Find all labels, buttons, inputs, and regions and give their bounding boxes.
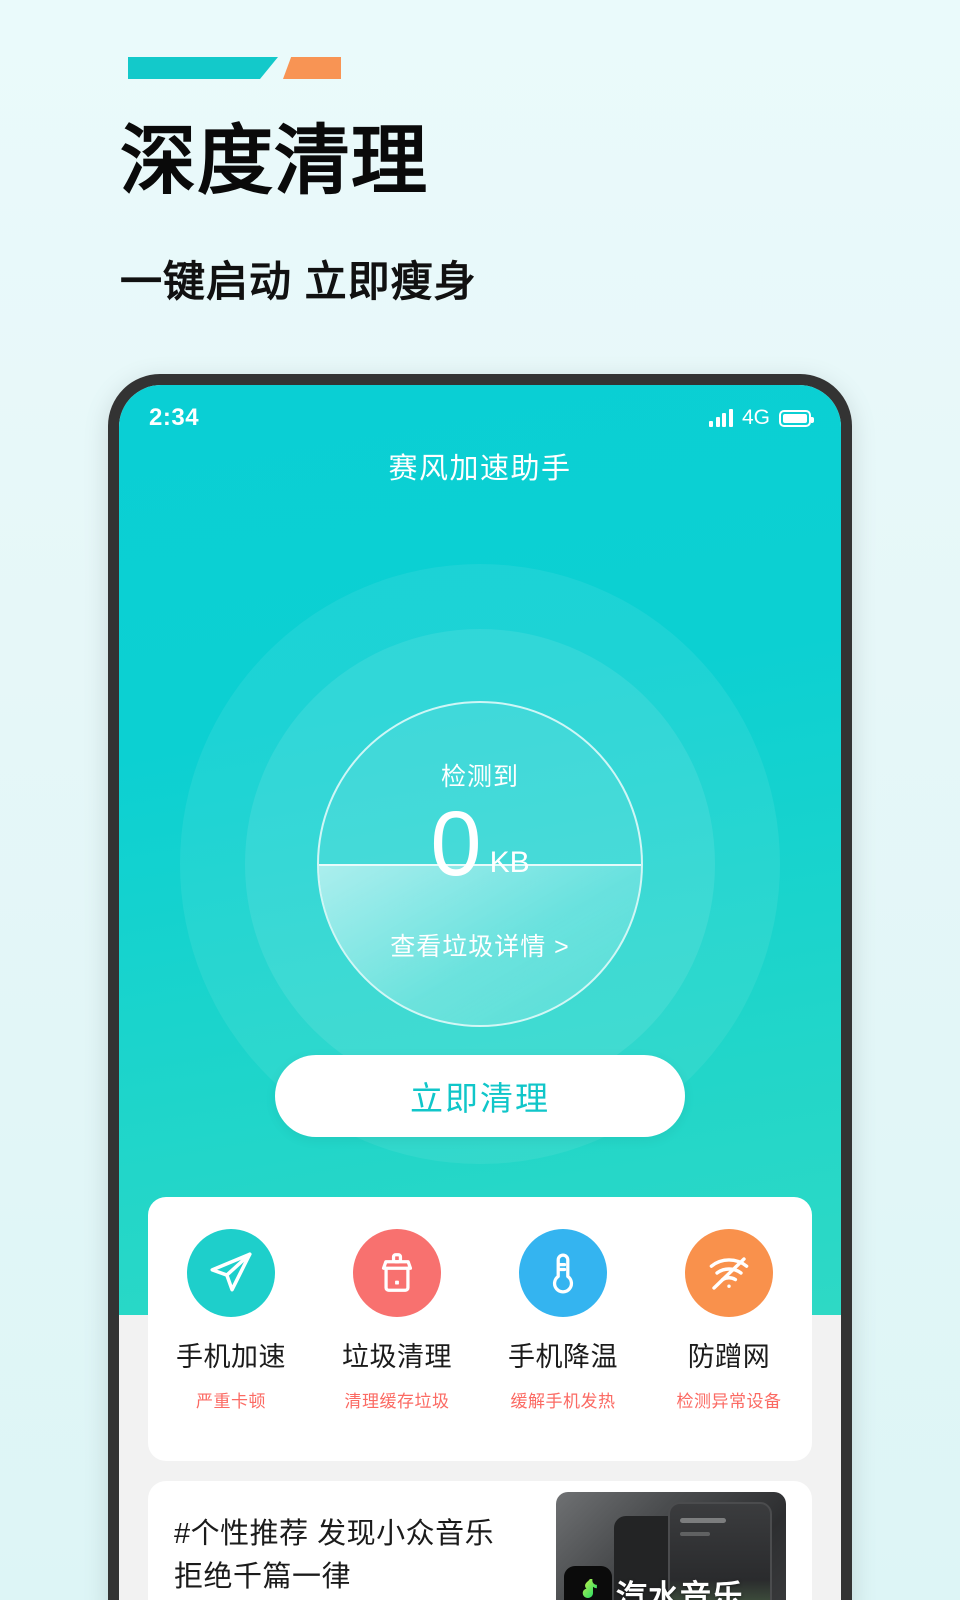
ad-brand-name: 汽水音乐 — [616, 1579, 744, 1600]
logo-bar-teal — [128, 57, 278, 79]
network-type-label: 4G — [741, 406, 770, 429]
soda-music-app-icon — [564, 1566, 612, 1600]
feature-desc: 清理缓存垃圾 — [344, 1392, 450, 1411]
status-indicators: 4G — [709, 406, 814, 430]
app-title: 赛风加速助手 — [388, 453, 572, 485]
page-title: 深度清理 — [120, 119, 428, 204]
brand-logo-icon — [128, 57, 343, 79]
scan-value-group: 0 KB — [319, 798, 641, 890]
ad-recommendation-card[interactable]: #个性推荐 发现小众音乐 拒绝千篇一律 汽水音乐 — [148, 1481, 812, 1600]
ad-line-2: 拒绝千篇一律 — [174, 1561, 352, 1593]
rocket-boost-icon — [187, 1229, 275, 1317]
feature-desc: 检测异常设备 — [676, 1392, 782, 1411]
page-subtitle: 一键启动 立即瘦身 — [120, 258, 477, 305]
feature-desc: 缓解手机发热 — [510, 1392, 616, 1411]
feature-item-junk-clean[interactable]: 垃圾清理 清理缓存垃圾 — [322, 1229, 472, 1412]
status-time: 2:34 — [149, 404, 200, 431]
thermometer-cool-icon — [519, 1229, 607, 1317]
junk-details-link[interactable]: 查看垃圾详情 > — [319, 927, 641, 963]
trash-clean-icon — [353, 1229, 441, 1317]
battery-icon — [779, 409, 814, 427]
phone-mockup: 2:34 4G 赛风加速助手 检测到 0 KB 查看垃圾详情 > 立即清理 手机… — [108, 374, 852, 1600]
ad-line-1: #个性推荐 发现小众音乐 — [174, 1517, 495, 1550]
feature-item-phone-boost[interactable]: 手机加速 严重卡顿 — [156, 1229, 306, 1412]
scan-value: 0 — [430, 793, 482, 895]
feature-shortcut-card: 手机加速 严重卡顿 垃圾清理 清理缓存垃圾 手机降温 缓解手机发热 防蹭网 检测… — [148, 1197, 812, 1461]
logo-bar-orange — [283, 57, 341, 79]
clean-now-button[interactable]: 立即清理 — [275, 1055, 685, 1137]
signal-bars-icon — [709, 409, 733, 427]
feature-desc: 严重卡顿 — [196, 1392, 266, 1411]
feature-item-phone-cooling[interactable]: 手机降温 缓解手机发热 — [488, 1229, 638, 1412]
feature-label: 防蹭网 — [687, 1342, 771, 1372]
feature-label: 手机加速 — [176, 1342, 286, 1372]
status-bar: 2:34 4G — [119, 403, 841, 433]
wifi-off-icon — [685, 1229, 773, 1317]
phone-screen: 2:34 4G 赛风加速助手 检测到 0 KB 查看垃圾详情 > 立即清理 手机… — [119, 385, 841, 1600]
scan-ring-inner[interactable]: 检测到 0 KB 查看垃圾详情 > — [317, 701, 643, 1027]
feature-label: 垃圾清理 — [342, 1342, 452, 1372]
feature-item-wifi-guard[interactable]: 防蹭网 检测异常设备 — [654, 1229, 804, 1412]
scan-label: 检测到 — [440, 763, 519, 791]
feature-label: 手机降温 — [508, 1342, 618, 1372]
ad-thumbnail[interactable]: 汽水音乐 — [556, 1492, 786, 1600]
scan-unit: KB — [489, 846, 530, 879]
ad-text: #个性推荐 发现小众音乐 拒绝千篇一律 — [174, 1513, 556, 1600]
